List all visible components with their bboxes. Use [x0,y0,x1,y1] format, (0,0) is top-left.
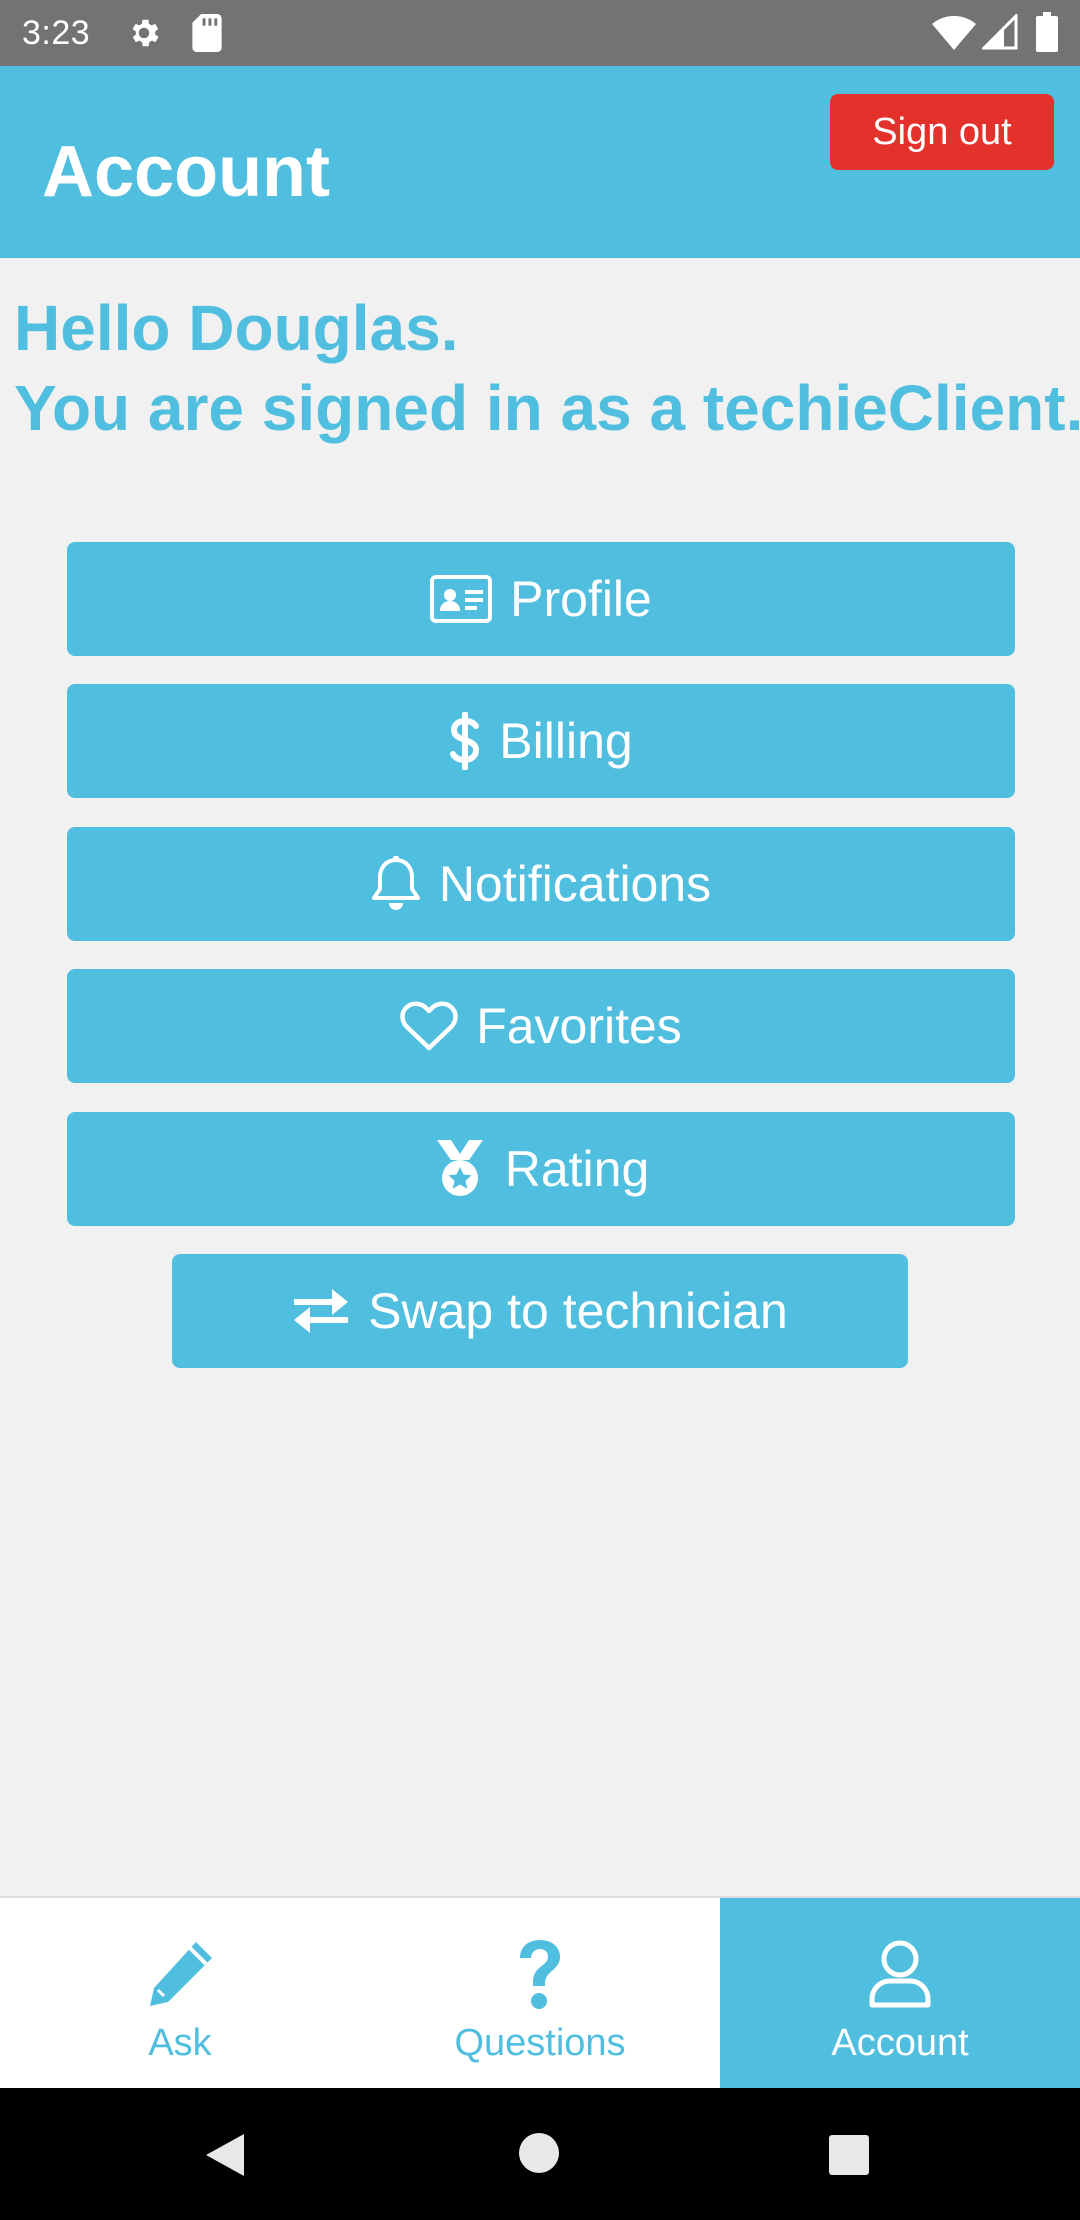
sd-card-icon [192,14,222,52]
status-time: 3:23 [22,14,91,52]
tab-account[interactable]: Account [720,1898,1080,2088]
app-bar: Account Sign out [0,66,1080,258]
dollar-icon [449,712,481,770]
sign-out-button[interactable]: Sign out [830,94,1054,170]
tab-ask[interactable]: Ask [0,1898,360,2088]
signal-icon [982,14,1018,50]
greeting-line-signed-in: You are signed in as a techieClient. [14,372,1080,444]
medal-icon [433,1140,487,1198]
battery-icon [1036,12,1058,52]
page-title: Account [42,132,330,212]
recent-apps-icon[interactable] [828,2134,870,2176]
greeting-line-hello: Hello Douglas. [14,292,459,364]
tab-ask-label: Ask [148,2022,212,2064]
bottom-nav: Ask Questions Account [0,1896,1080,2088]
id-card-icon [430,575,493,623]
billing-label: Billing [499,713,633,769]
swap-to-technician-button[interactable]: Swap to technician [172,1254,908,1368]
greeting: Hello Douglas. You are signed in as a te… [14,288,1080,448]
tab-account-label: Account [831,2022,969,2064]
profile-button[interactable]: Profile [67,542,1015,656]
profile-label: Profile [510,571,652,627]
gear-icon [132,19,159,47]
home-icon[interactable] [518,2132,560,2174]
system-nav-bar [0,2088,1080,2220]
status-bar: 3:23 [0,0,1080,66]
rating-button[interactable]: Rating [67,1112,1015,1226]
user-icon [868,1934,932,2014]
bell-icon [371,856,421,912]
wifi-icon [932,16,976,50]
heart-icon [400,1000,458,1052]
swap-arrows-icon [292,1289,350,1333]
billing-button[interactable]: Billing [67,684,1015,798]
favorites-label: Favorites [476,998,682,1054]
pencil-icon [144,1934,216,2014]
back-icon[interactable] [204,2132,246,2178]
tab-questions-label: Questions [454,2022,626,2064]
swap-label: Swap to technician [368,1283,788,1339]
rating-label: Rating [504,1141,650,1197]
notifications-label: Notifications [438,856,712,912]
notifications-button[interactable]: Notifications [67,827,1015,941]
tab-questions[interactable]: Questions [360,1898,720,2088]
question-mark-icon [514,1934,566,2014]
favorites-button[interactable]: Favorites [67,969,1015,1083]
